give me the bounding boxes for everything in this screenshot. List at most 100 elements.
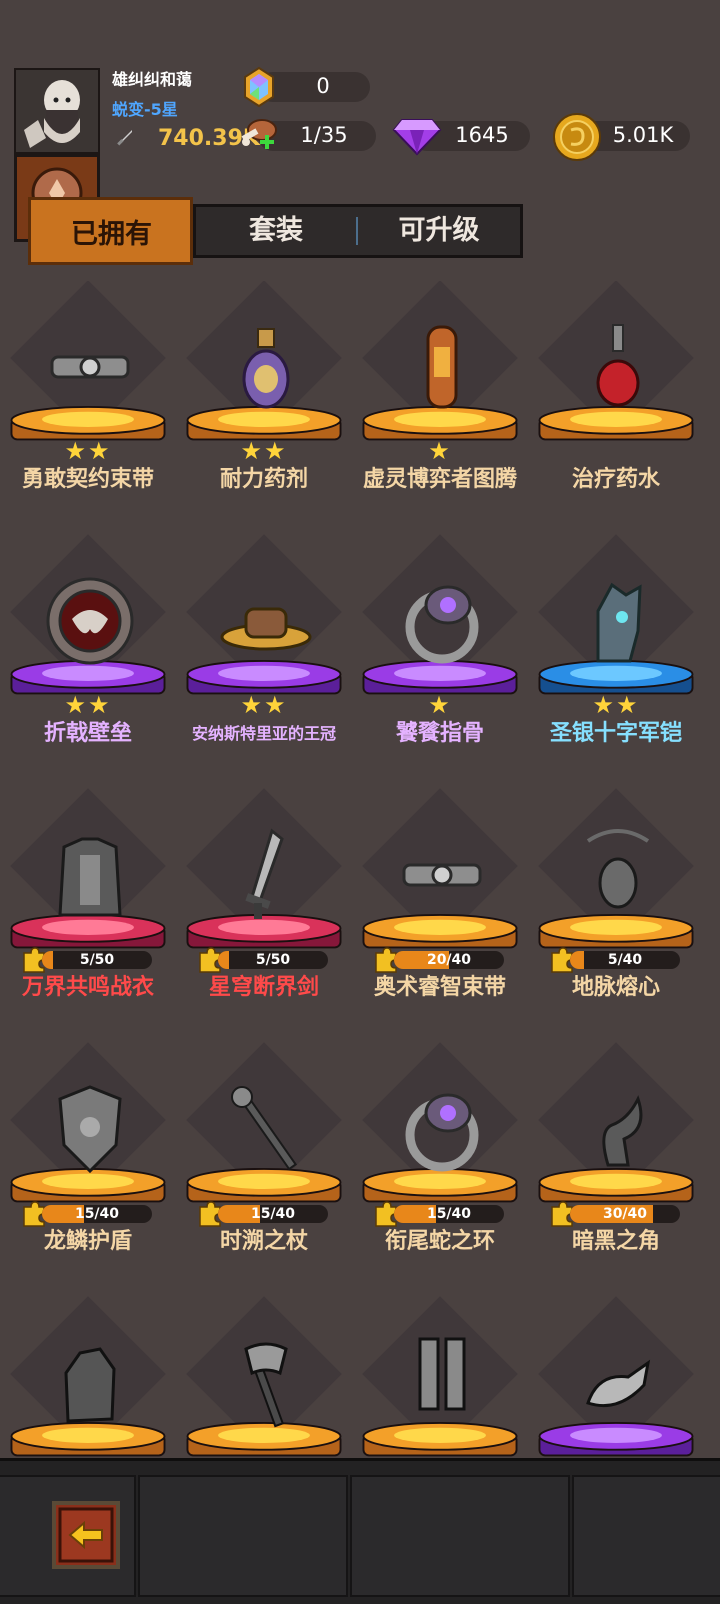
star-rating: ★★ bbox=[592, 691, 640, 719]
gem-value: 0 bbox=[316, 74, 330, 98]
claw-icon bbox=[586, 1359, 651, 1408]
armor-icon bbox=[58, 837, 122, 917]
shard-progress: 15/40 bbox=[22, 1201, 160, 1227]
stone-block bbox=[572, 1475, 720, 1597]
gold-coin-icon bbox=[552, 112, 602, 162]
stone-block bbox=[138, 1475, 348, 1597]
item-slot[interactable]: 15/40 时溯之杖 bbox=[176, 1042, 352, 1301]
item-name: 虚灵博弈者图腾 bbox=[362, 467, 517, 492]
greaves-icon bbox=[418, 1337, 466, 1411]
item-name: 暗黑之角 bbox=[571, 1229, 660, 1254]
item-name: 圣银十字军铠 bbox=[549, 721, 682, 746]
item-slot[interactable]: ★ 饕餮指骨 bbox=[352, 534, 528, 793]
shard-progress: 5/50 bbox=[22, 947, 160, 973]
shard-progress: 20/40 bbox=[374, 947, 512, 973]
shard-progress: 5/50 bbox=[198, 947, 336, 973]
item-name: 治疗药水 bbox=[571, 467, 660, 492]
player-name: 雄纠纠和蔼 bbox=[112, 70, 193, 89]
item-slot[interactable] bbox=[0, 1296, 176, 1458]
meat-stamina-icon[interactable] bbox=[236, 114, 280, 156]
shard-progress: 30/40 bbox=[550, 1201, 688, 1227]
item-name: 地脉熔心 bbox=[571, 975, 660, 1000]
tab-upgradable[interactable]: 可升级 bbox=[358, 207, 520, 255]
progress-text: 5/50 bbox=[255, 952, 291, 968]
star-rating: ★ bbox=[428, 437, 452, 465]
shard-progress: 5/40 bbox=[550, 947, 688, 973]
item-slot[interactable] bbox=[528, 1296, 704, 1458]
item-slot[interactable]: ★★ 勇敢契约束带 bbox=[0, 281, 176, 539]
item-slot[interactable]: ★★ 圣银十字军铠 bbox=[528, 534, 704, 793]
progress-text: 15/40 bbox=[426, 1206, 472, 1222]
item-name: 勇敢契约束带 bbox=[21, 467, 154, 492]
header: 雄纠纠和蔼 蜕变-5星 740.39K 0 1/35 1645 5.01K 已拥… bbox=[0, 0, 720, 275]
tab-group: 套装 可升级 bbox=[193, 204, 523, 258]
stamina-value: 1/35 bbox=[300, 123, 348, 147]
shard-progress: 15/40 bbox=[198, 1201, 336, 1227]
star-rating: ★ bbox=[428, 691, 452, 719]
progress-text: 20/40 bbox=[426, 952, 472, 968]
item-name: 饕餮指骨 bbox=[395, 721, 484, 746]
item-name: 星穹断界剑 bbox=[208, 975, 319, 1000]
staff-icon bbox=[231, 1086, 298, 1171]
item-slot[interactable] bbox=[352, 1296, 528, 1458]
sword-power-icon bbox=[115, 127, 135, 147]
item-name: 衔尾蛇之环 bbox=[384, 1229, 495, 1254]
progress-text: 30/40 bbox=[602, 1206, 648, 1222]
ring-icon bbox=[405, 1093, 479, 1172]
item-slot[interactable]: 15/40 衔尾蛇之环 bbox=[352, 1042, 528, 1301]
item-name: 时溯之杖 bbox=[219, 1229, 308, 1254]
star-rating: ★★ bbox=[64, 437, 112, 465]
star-rating: ★★ bbox=[240, 691, 288, 719]
shard-progress: 15/40 bbox=[374, 1201, 512, 1227]
shield-icon bbox=[58, 1085, 122, 1174]
gauntlet-icon bbox=[596, 582, 642, 663]
back-arrow-icon bbox=[58, 1507, 114, 1563]
bottom-bar bbox=[0, 1458, 720, 1604]
totem-icon bbox=[426, 325, 458, 409]
diamond-value: 1645 bbox=[455, 123, 509, 147]
item-slot[interactable] bbox=[176, 1296, 352, 1458]
item-slot[interactable]: ★★ 耐力药剂 bbox=[176, 281, 352, 539]
item-name: 安纳斯特里亚的王冠 bbox=[191, 724, 336, 743]
player-avatar[interactable] bbox=[14, 68, 100, 154]
player-rank: 蜕变-5星 bbox=[112, 100, 178, 119]
belt-icon bbox=[50, 355, 130, 379]
back-button[interactable] bbox=[52, 1501, 120, 1569]
tab-sets[interactable]: 套装 bbox=[196, 207, 356, 255]
item-name: 奥术睿智束带 bbox=[373, 975, 506, 1000]
item-name: 折戟壁垒 bbox=[43, 721, 132, 746]
progress-text: 5/50 bbox=[79, 952, 115, 968]
item-slot[interactable]: 5/40 地脉熔心 bbox=[528, 788, 704, 1047]
progress-text: 15/40 bbox=[74, 1206, 120, 1222]
belt-icon bbox=[402, 863, 482, 887]
star-rating: ★★ bbox=[64, 691, 112, 719]
stone-block bbox=[350, 1475, 570, 1597]
red-potion-icon bbox=[596, 324, 640, 407]
item-slot[interactable]: ★ 虚灵博弈者图腾 bbox=[352, 281, 528, 539]
item-name: 万界共鸣战衣 bbox=[21, 975, 154, 1000]
item-name: 耐力药剂 bbox=[219, 467, 308, 492]
hat-icon bbox=[220, 607, 312, 651]
star-rating: ★★ bbox=[240, 437, 288, 465]
hexagon-gem-icon bbox=[243, 66, 275, 108]
item-slot[interactable]: ★★ 折戟壁垒 bbox=[0, 534, 176, 793]
item-slot[interactable]: 30/40 暗黑之角 bbox=[528, 1042, 704, 1301]
spiked-shield-icon bbox=[46, 577, 134, 665]
item-grid: ★★ 勇敢契约束带 ★★ 耐力药剂 ★ 虚灵博弈者图腾 治疗药水 ★★ 折戟壁垒 ★★ 安… bbox=[0, 281, 720, 1458]
item-slot[interactable]: 15/40 龙鳞护盾 bbox=[0, 1042, 176, 1301]
item-slot[interactable]: ★★ 安纳斯特里亚的王冠 bbox=[176, 534, 352, 793]
progress-text: 15/40 bbox=[250, 1206, 296, 1222]
claw-gauntlet-icon bbox=[64, 1347, 116, 1423]
purple-diamond-icon bbox=[392, 114, 442, 156]
potion-flask-icon bbox=[242, 328, 290, 409]
item-slot[interactable]: 20/40 奥术睿智束带 bbox=[352, 788, 528, 1047]
item-slot[interactable]: 5/50 星穹断界剑 bbox=[176, 788, 352, 1047]
item-slot[interactable]: 治疗药水 bbox=[528, 281, 704, 539]
tab-owned[interactable]: 已拥有 bbox=[28, 197, 193, 265]
ring-icon bbox=[405, 585, 479, 664]
sword-icon bbox=[245, 828, 284, 919]
amulet-icon bbox=[586, 829, 650, 909]
item-name: 龙鳞护盾 bbox=[43, 1229, 132, 1254]
axe-icon bbox=[244, 1342, 288, 1428]
item-slot[interactable]: 5/50 万界共鸣战衣 bbox=[0, 788, 176, 1047]
